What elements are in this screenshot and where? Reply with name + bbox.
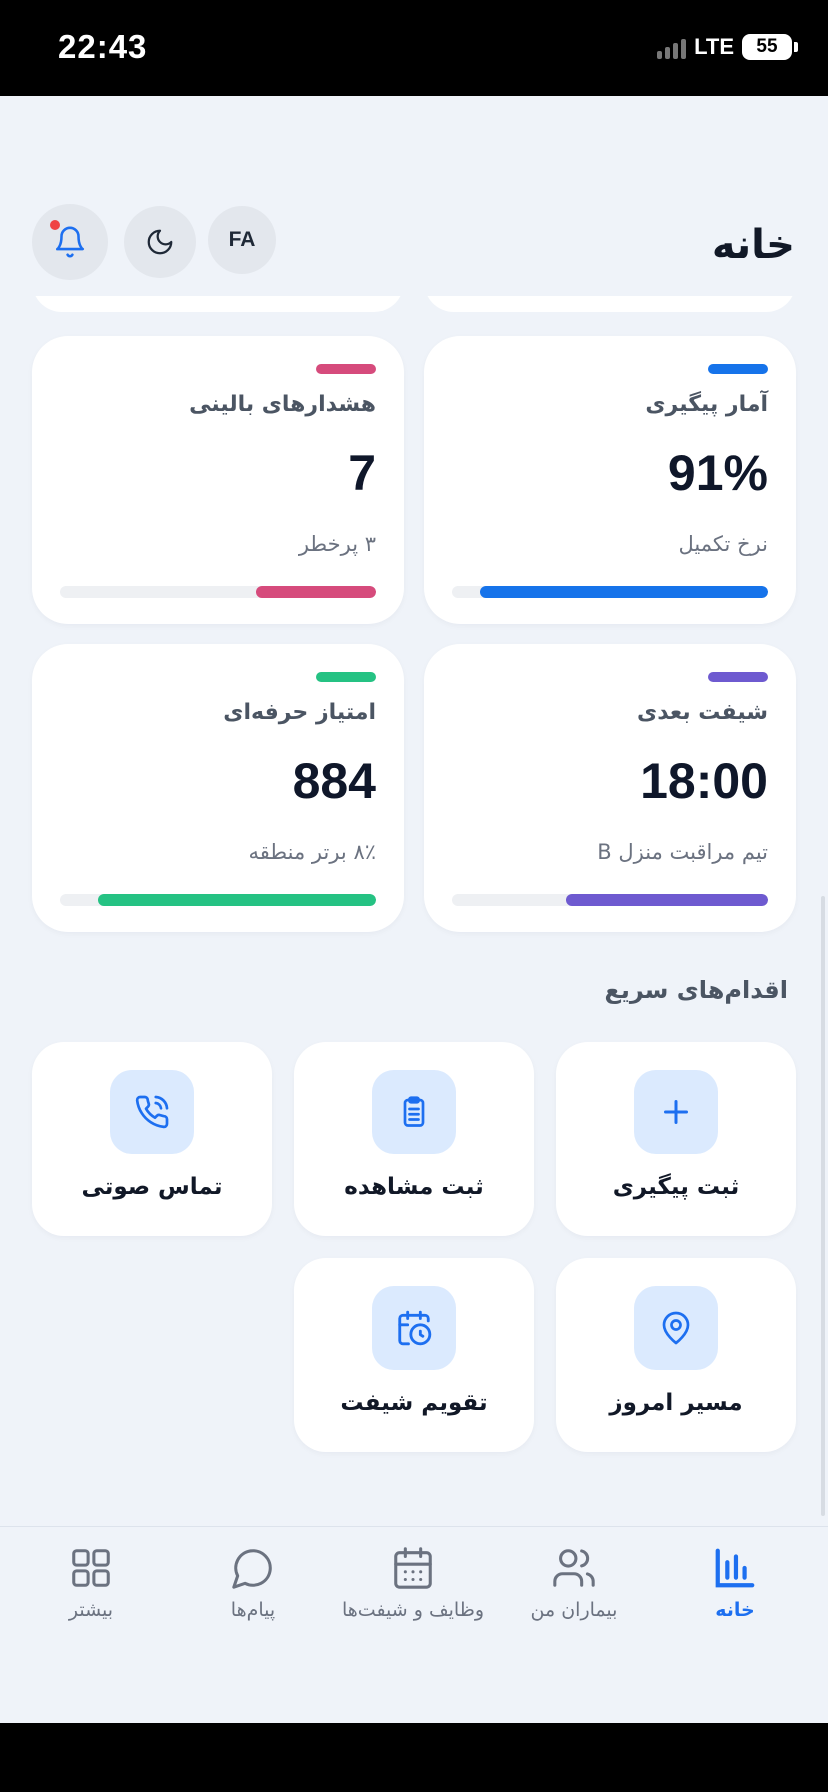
nav-item-more[interactable]: بیشتر: [11, 1545, 171, 1645]
status-time: 22:43: [58, 28, 148, 65]
nav-label: وظایف و شیفت‌ها: [341, 1599, 485, 1621]
progress-fill: [480, 586, 768, 598]
users-icon: [553, 1549, 595, 1587]
stat-card-followup[interactable]: آمار پیگیری 91% نرخ تکمیل: [424, 336, 796, 624]
nav-item-tasks-shifts[interactable]: وظایف و شیفت‌ها: [333, 1545, 493, 1645]
stat-accent: [708, 364, 768, 374]
stat-title: امتیاز حرفه‌ای: [223, 700, 376, 725]
quick-action-label: ثبت مشاهده: [344, 1174, 484, 1200]
network-label: LTE: [694, 34, 734, 59]
stat-accent: [316, 364, 376, 374]
progress-fill: [565, 894, 768, 906]
app-screen: خانه FA آمار پیگیری 91% نرخ تکمیل هشداره: [0, 96, 828, 1723]
phone-call-icon: [110, 1070, 194, 1154]
nav-item-my-patients[interactable]: بیماران من: [494, 1545, 654, 1645]
calendar-clock-icon: [372, 1286, 456, 1370]
stat-title: آمار پیگیری: [645, 392, 768, 417]
stat-title: شیفت بعدی: [637, 700, 768, 725]
quick-action-add-observation[interactable]: ثبت مشاهده: [294, 1042, 534, 1236]
moon-icon: [147, 229, 173, 255]
nav-label: خانه: [715, 1599, 755, 1621]
card-peek: [424, 296, 796, 312]
progress-bar: [60, 894, 376, 906]
progress-bar: [452, 586, 768, 598]
dashboard-scroll[interactable]: آمار پیگیری 91% نرخ تکمیل هشدارهای بالین…: [0, 296, 828, 1626]
quick-action-label: تماس صوتی: [81, 1174, 223, 1200]
map-pin-icon: [634, 1286, 718, 1370]
progress-fill: [97, 894, 376, 906]
quick-action-voice-call[interactable]: تماس صوتی: [32, 1042, 272, 1236]
grid-icon: [72, 1549, 110, 1587]
stat-subtitle: نرخ تکمیل: [678, 532, 769, 556]
stat-accent: [708, 672, 768, 682]
stat-subtitle: ۸٪ برتر منطقه: [248, 840, 376, 864]
stat-card-next-shift[interactable]: شیفت بعدی 18:00 تیم مراقبت منزل B: [424, 644, 796, 932]
page-title: خانه: [711, 222, 795, 268]
home-indicator-area: [0, 1723, 828, 1792]
stat-subtitle: ۳ پرخطر: [298, 532, 376, 556]
chat-bubble-icon: [232, 1549, 272, 1589]
stat-value: 7: [348, 445, 376, 501]
quick-action-label: ثبت پیگیری: [612, 1174, 740, 1200]
bottom-navigation: خانه بیماران من وظایف و شیفت‌ها پیام‌ها …: [0, 1526, 828, 1723]
stat-card-professional-score[interactable]: امتیاز حرفه‌ای 884 ۸٪ برتر منطقه: [32, 644, 404, 932]
bar-chart-icon: [715, 1548, 755, 1588]
nav-label: پیام‌ها: [230, 1599, 276, 1621]
stat-title: هشدارهای بالینی: [189, 392, 376, 417]
nav-label: بیماران من: [530, 1599, 618, 1621]
dark-mode-toggle[interactable]: [124, 206, 196, 278]
battery-level: 55: [756, 36, 778, 57]
bell-icon: [55, 226, 85, 258]
progress-bar: [452, 894, 768, 906]
language-button[interactable]: FA: [208, 206, 276, 274]
status-bar: 22:43 LTE 55: [0, 0, 828, 96]
header: خانه FA: [0, 204, 828, 294]
stat-value: 884: [292, 753, 376, 809]
quick-action-label: مسیر امروز: [609, 1390, 743, 1416]
quick-action-shift-calendar[interactable]: تقویم شیفت: [294, 1258, 534, 1452]
nav-item-messages[interactable]: پیام‌ها: [173, 1545, 333, 1645]
scrollbar[interactable]: [821, 896, 825, 1516]
plus-icon: [634, 1070, 718, 1154]
clipboard-icon: [372, 1070, 456, 1154]
progress-bar: [60, 586, 376, 598]
stat-accent: [316, 672, 376, 682]
stat-value: 18:00: [640, 753, 768, 809]
notification-dot: [50, 220, 60, 230]
nav-item-home[interactable]: خانه: [655, 1545, 815, 1645]
calendar-icon: [394, 1547, 432, 1589]
stat-card-clinical-alerts[interactable]: هشدارهای بالینی 7 ۳ پرخطر: [32, 336, 404, 624]
quick-actions-title: اقدام‌های سریع: [604, 976, 788, 1004]
signal-icon: [657, 35, 687, 59]
card-peek: [32, 296, 404, 312]
battery-icon: 55: [742, 34, 798, 60]
nav-label: بیشتر: [68, 1599, 114, 1621]
status-indicators: LTE 55: [657, 34, 798, 60]
quick-action-today-route[interactable]: مسیر امروز: [556, 1258, 796, 1452]
stat-subtitle: تیم مراقبت منزل B: [597, 840, 768, 864]
stat-value: 91%: [667, 445, 768, 501]
quick-action-add-followup[interactable]: ثبت پیگیری: [556, 1042, 796, 1236]
progress-fill: [255, 586, 376, 598]
quick-action-label: تقویم شیفت: [340, 1390, 488, 1416]
notifications-button[interactable]: [32, 204, 108, 280]
